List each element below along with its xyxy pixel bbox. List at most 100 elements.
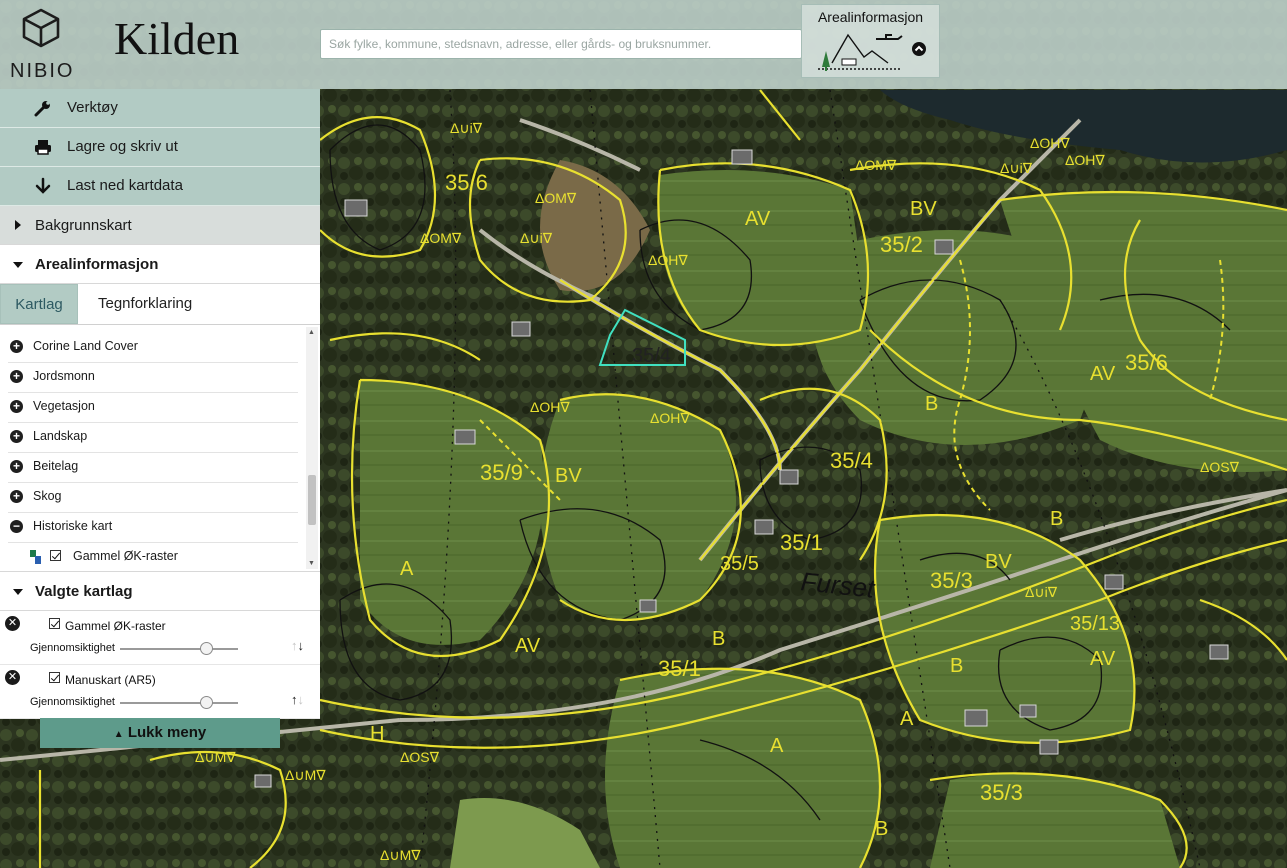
sublayer-gammel-ok[interactable]: Gammel ØK-raster bbox=[8, 542, 298, 571]
area-info-label: Arealinformasjon bbox=[35, 256, 159, 273]
opacity-slider[interactable] bbox=[120, 702, 238, 704]
layer-label: Gammel ØK-raster bbox=[73, 549, 178, 563]
expand-icon[interactable]: + bbox=[10, 370, 23, 383]
opacity-slider-handle[interactable] bbox=[199, 642, 213, 655]
map-label: ΔOM∇ bbox=[535, 190, 577, 206]
map-label: Δ∪M∇ bbox=[380, 847, 421, 863]
move-down-icon[interactable]: ↓ bbox=[298, 638, 305, 653]
nibio-cube-icon bbox=[22, 8, 60, 48]
map-label: AV bbox=[745, 208, 771, 230]
print-icon bbox=[35, 140, 51, 155]
expand-icon[interactable]: + bbox=[10, 340, 23, 353]
layer-list-scrollbar[interactable]: ▲ ▼ bbox=[306, 327, 318, 569]
save-print-label: Lagre og skriv ut bbox=[67, 138, 178, 155]
layer-checkbox[interactable] bbox=[49, 672, 60, 683]
map-label: 35/3 bbox=[930, 568, 973, 593]
map-label: Δ∪M∇ bbox=[285, 767, 326, 783]
chosen-layer-name: Manuskart (AR5) bbox=[65, 673, 156, 687]
expand-icon[interactable]: + bbox=[10, 430, 23, 443]
logo-text: NIBIO bbox=[10, 60, 75, 82]
map-label: 35/2 bbox=[880, 232, 923, 257]
map-label: 35/4 bbox=[632, 345, 671, 367]
layer-item-vegetasjon[interactable]: + Vegetasjon bbox=[8, 392, 298, 423]
background-map-label: Bakgrunnskart bbox=[35, 217, 132, 234]
map-label: H bbox=[370, 723, 384, 745]
scrollbar-thumb[interactable] bbox=[308, 475, 316, 525]
opacity-slider[interactable] bbox=[120, 648, 238, 650]
map-label: A bbox=[400, 558, 414, 580]
area-info-section[interactable]: Arealinformasjon bbox=[0, 245, 320, 284]
expand-icon[interactable]: + bbox=[10, 490, 23, 503]
scroll-down-icon[interactable]: ▼ bbox=[308, 560, 315, 567]
layer-item-skog[interactable]: + Skog bbox=[8, 482, 298, 513]
map-label: ΔOM∇ bbox=[855, 157, 897, 173]
tab-legend[interactable]: Tegnforklaring bbox=[98, 284, 192, 324]
map-label: 35/4 bbox=[830, 448, 873, 473]
header-bar: NIBIO Kilden Arealinformasjon bbox=[0, 0, 1287, 89]
layer-order-arrows: ↑↓ bbox=[291, 692, 304, 707]
layer-checkbox[interactable] bbox=[49, 618, 60, 629]
caret-right-icon bbox=[15, 220, 21, 230]
chosen-layers-label: Valgte kartlag bbox=[35, 583, 133, 600]
map-label: ΔOH∇ bbox=[650, 410, 690, 426]
layer-item-jordsmonn[interactable]: + Jordsmonn bbox=[8, 362, 298, 393]
layer-item-corine[interactable]: + Corine Land Cover bbox=[8, 332, 298, 363]
map-label: AV bbox=[1090, 363, 1116, 385]
map-label: 35/3 bbox=[980, 780, 1023, 805]
map-label: Δ∪i∇ bbox=[1025, 584, 1058, 600]
opacity-slider-handle[interactable] bbox=[199, 696, 213, 709]
map-label: ΔOH∇ bbox=[648, 252, 688, 268]
caret-down-icon bbox=[13, 589, 23, 595]
map-label: B bbox=[712, 628, 725, 650]
expand-icon[interactable]: + bbox=[10, 460, 23, 473]
map-label: A bbox=[770, 735, 784, 757]
map-label: AV bbox=[1090, 648, 1116, 670]
map-label: AV bbox=[515, 635, 541, 657]
background-map-section[interactable]: Bakgrunnskart bbox=[0, 206, 320, 245]
map-label: 35/5 bbox=[720, 553, 759, 575]
save-print-item[interactable]: Lagre og skriv ut bbox=[0, 128, 320, 167]
app-title: Kilden bbox=[114, 13, 240, 64]
layer-label: Jordsmonn bbox=[33, 369, 95, 383]
close-menu-button[interactable]: ▲ Lukk meny bbox=[40, 718, 280, 748]
map-label: ΔOM∇ bbox=[420, 230, 462, 246]
layer-list[interactable]: + Corine Land Cover + Jordsmonn + Vegeta… bbox=[0, 325, 320, 571]
map-label: 35/13 bbox=[1070, 613, 1120, 635]
remove-layer-icon[interactable]: ✕ bbox=[5, 616, 20, 631]
layer-item-beitelag[interactable]: + Beitelag bbox=[8, 452, 298, 483]
map-label: ΔOS∇ bbox=[1200, 459, 1240, 475]
opacity-label: Gjennomsiktighet bbox=[30, 642, 115, 654]
map-label: B bbox=[950, 655, 963, 677]
map-label: ΔOH∇ bbox=[1065, 152, 1105, 168]
map-label: Δ∪M∇ bbox=[195, 749, 236, 765]
chosen-layer-item: ✕ Gammel ØK-raster Gjennomsiktighet ↑↓ bbox=[0, 611, 320, 665]
chosen-layers-section[interactable]: Valgte kartlag bbox=[0, 571, 320, 611]
map-label: ΔOH∇ bbox=[1030, 135, 1070, 151]
layer-label: Beitelag bbox=[33, 459, 79, 473]
remove-layer-icon[interactable]: ✕ bbox=[5, 670, 20, 685]
map-label: BV bbox=[985, 551, 1012, 573]
layer-checkbox[interactable] bbox=[50, 550, 61, 561]
scroll-up-icon[interactable]: ▲ bbox=[308, 329, 315, 336]
tools-item[interactable]: Verktøy bbox=[0, 89, 320, 128]
layer-label: Corine Land Cover bbox=[33, 339, 138, 353]
map-label: B bbox=[925, 393, 938, 415]
download-item[interactable]: Last ned kartdata bbox=[0, 167, 320, 206]
map-label: 35/6 bbox=[1125, 350, 1168, 375]
chosen-layer-item: ✕ Manuskart (AR5) Gjennomsiktighet ↑↓ bbox=[0, 665, 320, 719]
tab-layers[interactable]: Kartlag bbox=[0, 284, 78, 324]
map-label: Δ∪i∇ bbox=[520, 230, 553, 246]
expand-icon[interactable]: + bbox=[10, 400, 23, 413]
layer-legend-icon bbox=[30, 550, 41, 564]
search-input[interactable] bbox=[320, 29, 802, 59]
collapse-icon[interactable]: − bbox=[10, 520, 23, 533]
layer-item-historiske-kart[interactable]: − Historiske kart bbox=[8, 512, 298, 543]
layer-label: Landskap bbox=[33, 429, 88, 443]
map-label: BV bbox=[555, 465, 582, 487]
map-label: 35/1 bbox=[780, 530, 823, 555]
layer-item-landskap[interactable]: + Landskap bbox=[8, 422, 298, 453]
theme-selector[interactable]: Arealinformasjon bbox=[801, 4, 940, 78]
map-label: A bbox=[900, 708, 914, 730]
move-down-icon: ↓ bbox=[297, 692, 305, 707]
chevron-up-circle-icon[interactable] bbox=[912, 42, 926, 56]
